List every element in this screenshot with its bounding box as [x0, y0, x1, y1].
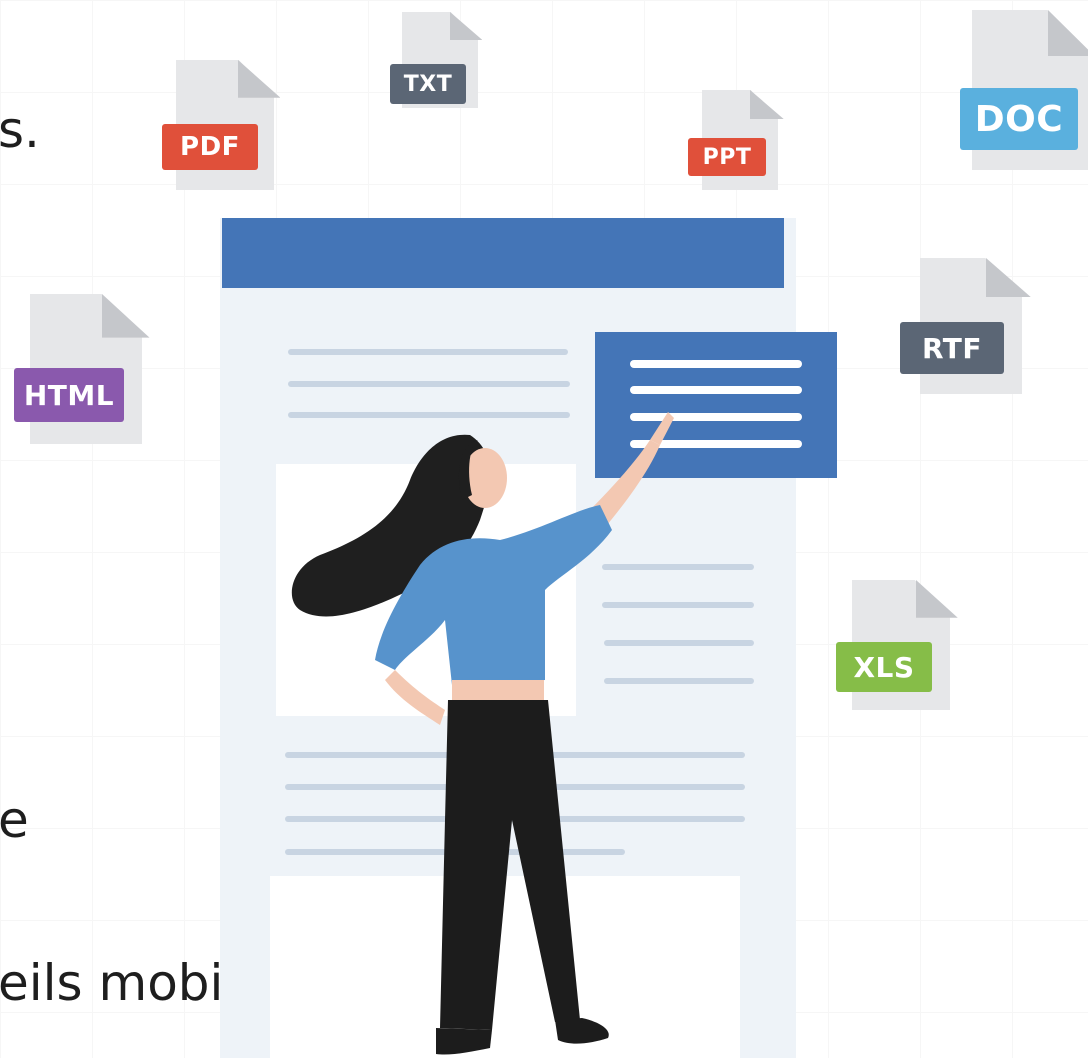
- document-header-bar: [222, 218, 784, 288]
- text-line: [604, 640, 754, 646]
- text-line: [288, 349, 568, 355]
- text-line: [288, 381, 570, 387]
- text-line: [602, 564, 754, 570]
- bottom-block: [270, 876, 740, 1058]
- text-line: [604, 678, 754, 684]
- text-line: [602, 602, 754, 608]
- blue-content-card: [595, 332, 837, 478]
- text-line: [288, 412, 570, 418]
- document-illustration: [220, 218, 837, 1058]
